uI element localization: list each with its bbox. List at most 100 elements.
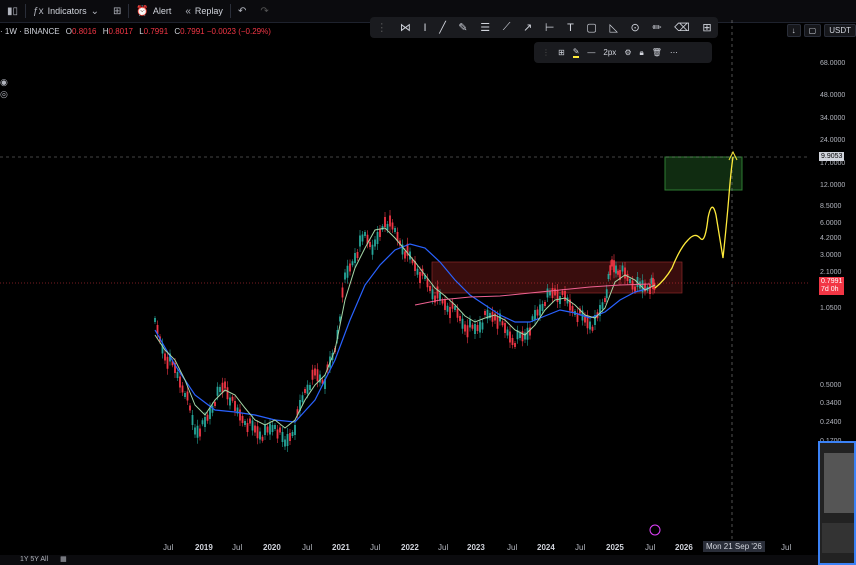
candle-body: [271, 425, 274, 432]
calendar-icon[interactable]: ▦: [60, 556, 67, 563]
webcam-overlay: [818, 441, 856, 565]
candle-body: [309, 385, 311, 390]
candle-body: [564, 291, 566, 301]
candle-body: [166, 356, 169, 369]
candle-body: [389, 215, 391, 227]
candle-body: [186, 391, 189, 401]
candle-body: [341, 287, 344, 298]
webcam-image: [824, 453, 854, 513]
candle-body: [306, 384, 309, 394]
time-tick-label: Jul: [232, 543, 243, 552]
candle-body: [391, 222, 394, 230]
time-tick-label: Jul: [438, 543, 449, 552]
candle-body: [219, 387, 221, 392]
candle-body: [246, 423, 249, 432]
candle-body: [436, 286, 439, 299]
candle-body: [281, 432, 284, 442]
candle-body: [251, 420, 254, 431]
candle-body: [376, 232, 379, 244]
candle-body: [261, 436, 264, 441]
time-axis[interactable]: Jul 2019 Jul 2020 Jul 2021 Jul 2022 Jul 2023 Jul 20…: [0, 540, 810, 554]
candle-body: [264, 425, 266, 435]
candle-body: [374, 239, 376, 247]
webcam-image-detail: [822, 523, 854, 553]
candle-body: [521, 331, 524, 342]
candle-body: [254, 425, 256, 433]
candle-body: [541, 304, 544, 311]
candle-body: [194, 427, 196, 435]
currency-select[interactable]: USDT: [824, 24, 856, 37]
price-tick-label: 0.3400: [820, 400, 842, 407]
candle-body: [476, 325, 479, 331]
time-tick-label: Jul: [781, 543, 792, 552]
candle-body: [311, 369, 314, 380]
bottom-bar: 1Y 5Y All ▦: [0, 555, 856, 565]
candle-body: [429, 286, 431, 291]
candle-body: [556, 290, 559, 302]
candle-body: [276, 429, 279, 439]
candle-body: [649, 284, 651, 294]
candle-body: [609, 265, 612, 276]
candle-body: [536, 309, 539, 316]
time-tick-label: Jul: [645, 543, 656, 552]
candle-body: [466, 325, 469, 338]
price-tick-label: 24.0000: [820, 137, 846, 144]
candle-body: [446, 305, 449, 312]
candle-body: [511, 338, 514, 345]
candle-body: [196, 425, 199, 438]
candle-body: [459, 316, 461, 321]
candle-body: [604, 298, 606, 302]
price-tick-label: 6.0000: [820, 220, 842, 227]
time-tick-label: 2019: [195, 543, 213, 552]
candle-body: [209, 408, 211, 419]
candle-body: [621, 265, 624, 272]
candle-body: [304, 389, 306, 393]
candle-body: [605, 289, 608, 299]
price-tick-label: 48.0000: [820, 92, 846, 99]
candle-body: [349, 263, 351, 272]
price-tick-label: 12.0000: [820, 182, 846, 189]
price-tick-label: 2.1000: [820, 269, 842, 276]
candle-body: [544, 302, 546, 306]
price-chart[interactable]: [0, 0, 810, 540]
candle-body: [431, 289, 434, 300]
candle-body: [479, 321, 481, 333]
candle-body: [489, 313, 491, 318]
candle-body: [454, 306, 456, 310]
candle-body: [539, 304, 541, 316]
candle-body: [259, 431, 261, 440]
candle-body: [234, 401, 236, 411]
candle-body: [559, 296, 561, 304]
time-tick-label: Jul: [507, 543, 518, 552]
candle-body: [274, 425, 276, 429]
candle-body: [469, 319, 471, 328]
candle-body: [611, 259, 613, 267]
candle-body: [369, 242, 371, 247]
price-tick-label: 8.5000: [820, 203, 842, 210]
candle-body: [394, 228, 396, 232]
candle-body: [199, 428, 201, 437]
time-tick-label: 2023: [467, 543, 485, 552]
candle-body: [617, 270, 619, 275]
candle-body: [471, 324, 474, 329]
range-buttons[interactable]: 1Y 5Y All: [20, 556, 48, 563]
candle-body: [379, 229, 381, 237]
candle-body: [286, 434, 289, 446]
candle-body: [416, 268, 419, 275]
candle-body: [449, 307, 451, 318]
time-tick-label: Jul: [163, 543, 174, 552]
candle-body: [419, 272, 421, 283]
candle-body: [249, 418, 251, 424]
candle-body: [509, 331, 511, 343]
time-tick-label: 2024: [537, 543, 555, 552]
candle-body: [179, 376, 181, 388]
candle-body: [371, 244, 374, 255]
candle-body: [241, 416, 244, 423]
candle-body: [229, 397, 231, 406]
event-marker-icon[interactable]: [649, 524, 661, 536]
countdown-value: 7d 0h: [821, 286, 839, 293]
candle-body: [301, 395, 304, 403]
candle-body: [239, 409, 241, 421]
candle-body: [591, 326, 594, 331]
candle-body: [226, 387, 229, 400]
